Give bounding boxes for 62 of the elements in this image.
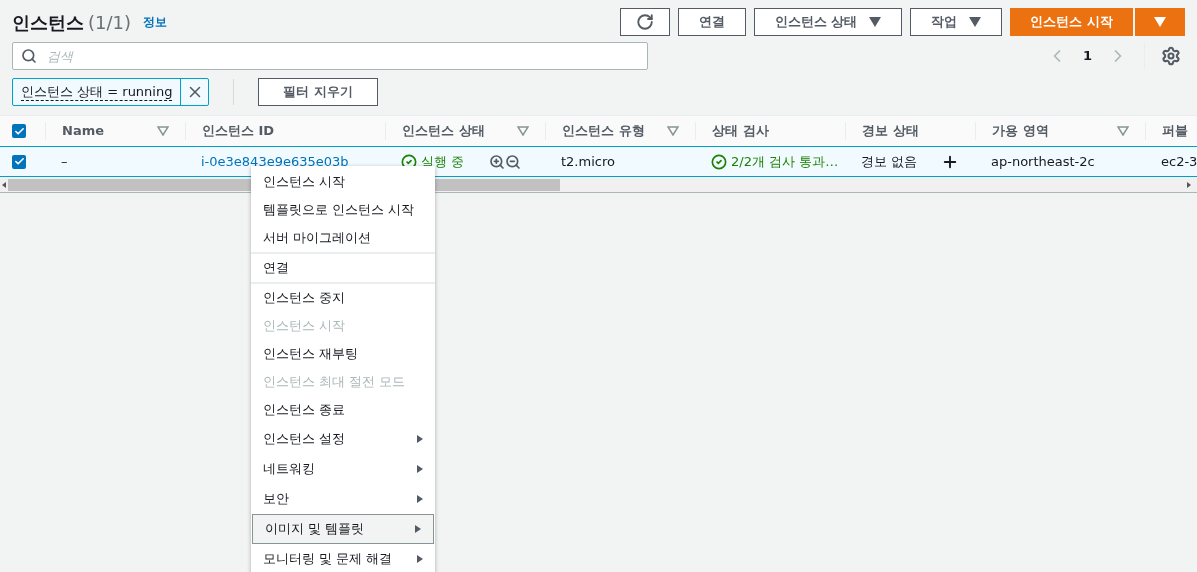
checkbox[interactable] bbox=[12, 124, 26, 138]
refresh-icon bbox=[635, 13, 654, 31]
table-cell-text: – bbox=[60, 152, 68, 171]
filter-token[interactable]: 인스턴스 상태 = running bbox=[12, 78, 210, 106]
menu-item[interactable]: 연결 bbox=[251, 254, 435, 282]
column-header[interactable]: 인스턴스 상태 bbox=[402, 121, 529, 141]
filter-icon[interactable] bbox=[517, 126, 529, 136]
item-count: (1/1) bbox=[88, 10, 131, 35]
submenu-arrow-icon bbox=[417, 495, 423, 503]
submenu-arrow-icon bbox=[417, 465, 423, 473]
menu-item[interactable]: 보안 bbox=[251, 484, 435, 514]
page-number[interactable]: 1 bbox=[1082, 46, 1092, 66]
settings-icon[interactable] bbox=[1161, 46, 1181, 66]
page-title: 인스턴스 bbox=[12, 10, 84, 35]
scroll-right-icon[interactable] bbox=[1187, 181, 1191, 188]
menu-item[interactable]: 이미지 및 템플릿 bbox=[252, 514, 434, 544]
column-header[interactable]: 경보 상태 bbox=[862, 121, 959, 141]
table-cell-text: ec2-3 bbox=[1160, 152, 1197, 171]
caret-icon bbox=[969, 17, 982, 27]
menu-item[interactable]: 인스턴스 종료 bbox=[251, 396, 435, 424]
scroll-left-icon[interactable] bbox=[2, 181, 6, 188]
filter-icon[interactable] bbox=[667, 126, 679, 136]
menu-item[interactable]: 템플릿으로 인스턴스 시작 bbox=[251, 196, 435, 224]
caret-icon bbox=[1154, 17, 1166, 27]
launch-options-button[interactable] bbox=[1135, 8, 1185, 36]
table-row[interactable]: – i-0e3e843e9e635e03b 실행 중 t2.micro 2/2개 검사 통과… 경보 없음 ap-northeast-2c ec2-3 bbox=[0, 146, 1197, 177]
menu-item[interactable]: 인스턴스 설정 bbox=[251, 424, 435, 454]
table-cell-text: 실행 중 bbox=[421, 152, 465, 171]
connect-button[interactable]: 연결 bbox=[677, 8, 746, 36]
table-cell-text: 2/2개 검사 통과… bbox=[731, 152, 839, 171]
table-cell-text: 경보 없음 bbox=[861, 152, 918, 171]
menu-item[interactable]: 모니터링 및 문제 해결 bbox=[251, 544, 435, 572]
refresh-button[interactable] bbox=[619, 8, 670, 36]
clear-filters-button[interactable]: 필터 지우기 bbox=[258, 78, 378, 106]
filter-token-label[interactable]: 인스턴스 상태 = running bbox=[13, 79, 181, 105]
menu-item[interactable]: 인스턴스 중지 bbox=[251, 284, 435, 312]
info-link[interactable]: 정보 bbox=[143, 13, 167, 31]
zoom-out-icon[interactable] bbox=[505, 153, 521, 170]
zoom-in-icon[interactable] bbox=[489, 153, 505, 170]
search-field[interactable]: 검색 bbox=[12, 42, 648, 70]
dropdown-button[interactable]: 인스턴스 상태 bbox=[753, 8, 903, 36]
search-icon bbox=[21, 48, 37, 64]
submenu-arrow-icon bbox=[415, 525, 421, 533]
menu-item[interactable]: 네트워킹 bbox=[251, 454, 435, 484]
submenu-arrow-icon bbox=[417, 555, 423, 563]
table-cell-text: ap-northeast-2c bbox=[990, 152, 1095, 171]
column-header[interactable]: 인스턴스 유형 bbox=[562, 121, 679, 141]
caret-icon bbox=[869, 17, 882, 27]
submenu-arrow-icon bbox=[417, 435, 423, 443]
column-header[interactable]: Name bbox=[62, 121, 169, 141]
filter-icon[interactable] bbox=[1117, 126, 1129, 136]
column-header[interactable]: 인스턴스 ID bbox=[202, 121, 369, 141]
check-circle-icon bbox=[711, 153, 727, 170]
table-cell-text: t2.micro bbox=[560, 152, 615, 171]
column-header[interactable]: 상태 검사 bbox=[712, 121, 829, 141]
menu-item[interactable]: 인스턴스 재부팅 bbox=[251, 340, 435, 368]
menu-item[interactable]: 서버 마이그레이션 bbox=[251, 224, 435, 252]
filter-icon[interactable] bbox=[157, 126, 169, 136]
checkbox[interactable] bbox=[12, 154, 26, 169]
column-header[interactable]: 가용 영역 bbox=[992, 121, 1129, 141]
dropdown-button[interactable]: 작업 bbox=[910, 8, 1003, 36]
column-header[interactable]: 퍼블 bbox=[1162, 121, 1197, 141]
